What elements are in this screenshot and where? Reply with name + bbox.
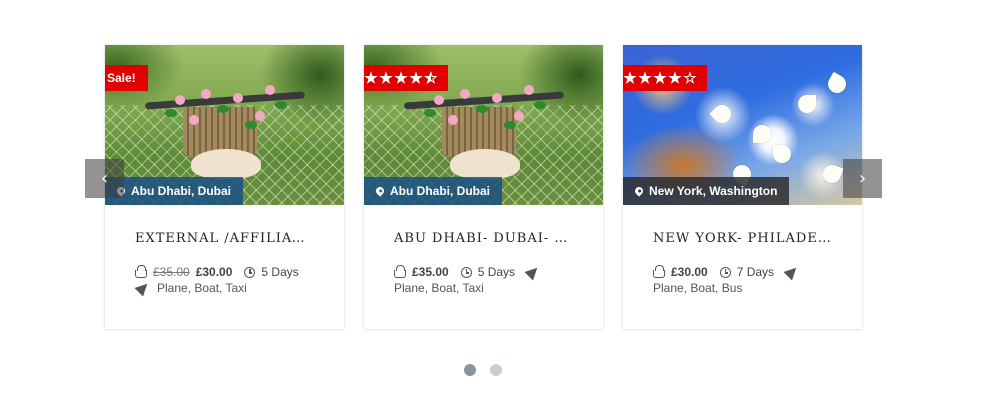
tour-title[interactable]: External /Affiliate /... — [135, 231, 314, 246]
price: £30.00 — [671, 265, 708, 279]
carousel-prev-button[interactable]: ‹ — [85, 159, 124, 198]
transport: Plane, Boat, Taxi — [157, 281, 247, 295]
tour-image[interactable]: Sale! Abu Dhabi, Dubai — [105, 45, 344, 205]
plane-icon — [524, 263, 542, 281]
star-full-icon: ★ — [668, 69, 682, 87]
tour-meta: £35.00 £30.00 5 Days Plane, Boat, Taxi — [134, 264, 314, 297]
chevron-left-icon: ‹ — [100, 168, 109, 189]
sale-badge-text: Sale! — [107, 71, 136, 85]
rating-badge: ★ ★ ★ ★ ☆ — [623, 65, 707, 91]
carousel-pagination — [464, 364, 502, 376]
basket-icon — [135, 265, 147, 278]
tour-card[interactable]: ★★★★★ Abu Dhabi, Dubai Abu Dhabi- Dubai-… — [364, 45, 603, 329]
card-content: Abu Dhabi- Dubai- H... £35.00 5 Days Pla… — [364, 205, 603, 296]
location-bar: New York, Washington — [623, 177, 790, 205]
tour-title[interactable]: New York- Philadelp... — [653, 231, 832, 246]
tour-card[interactable]: ★ ★ ★ ★ ☆ New York, Washington New York- Phi… — [623, 45, 862, 329]
tour-title-text[interactable]: External /Affiliate / — [135, 231, 314, 246]
clock-icon — [460, 266, 472, 278]
rating-badge: ★★★★★ — [364, 65, 448, 91]
location-bar: Abu Dhabi, Dubai — [105, 177, 243, 205]
clock-icon — [244, 266, 256, 278]
tour-image[interactable]: ★ ★ ★ ★ ☆ New York, Washington — [623, 45, 862, 205]
tour-meta: £30.00 7 Days Plane, Boat, Bus — [653, 263, 832, 296]
map-pin-icon — [374, 185, 386, 197]
star-full-icon: ★ — [623, 69, 637, 87]
old-price: £35.00 — [153, 265, 190, 279]
tour-carousel: Sale! Abu Dhabi, Dubai External /Affilia… — [0, 0, 989, 400]
location-text: Abu Dhabi, Dubai — [131, 184, 231, 198]
star-rating: ★ ★ ★ ★ ☆ — [623, 71, 697, 86]
transport: Plane, Boat, Bus — [653, 281, 743, 295]
basket-icon — [653, 265, 665, 278]
star-empty-icon: ☆ — [683, 69, 697, 87]
carousel-dot-1[interactable] — [464, 364, 476, 376]
location-text: Abu Dhabi, Dubai — [390, 184, 490, 198]
sale-badge: Sale! — [105, 65, 148, 91]
duration: 5 Days — [477, 265, 516, 279]
basket-icon — [394, 265, 406, 278]
star-full-icon: ★ — [409, 69, 423, 87]
star-full-icon: ★ — [394, 69, 408, 87]
star-half-icon: ★ — [424, 71, 438, 86]
plane-icon — [134, 279, 152, 297]
title-ellipsis: ... — [566, 231, 573, 246]
tour-meta: £35.00 5 Days Plane, Boat, Taxi — [394, 263, 573, 296]
tour-title-text[interactable]: Abu Dhabi- Dubai- H — [394, 231, 567, 246]
star-rating: ★★★★★ — [364, 71, 438, 86]
card-content: New York- Philadelp... £30.00 7 Days Pla… — [623, 205, 862, 296]
clock-icon — [719, 266, 731, 278]
duration: 5 Days — [261, 265, 299, 279]
tour-title[interactable]: Abu Dhabi- Dubai- H... — [394, 231, 573, 246]
tour-card[interactable]: Sale! Abu Dhabi, Dubai External /Affilia… — [105, 45, 344, 329]
star-full-icon: ★ — [379, 69, 393, 87]
star-full-icon: ★ — [653, 69, 667, 87]
tour-title-text[interactable]: New York- Philadelp — [653, 231, 832, 246]
carousel-dot-2[interactable] — [490, 364, 502, 376]
location-bar: Abu Dhabi, Dubai — [364, 177, 502, 205]
location-text: New York, Washington — [649, 184, 778, 198]
chevron-right-icon: › — [858, 168, 867, 189]
carousel-next-button[interactable]: › — [843, 159, 882, 198]
price: £30.00 — [195, 265, 233, 279]
star-full-icon: ★ — [364, 69, 378, 87]
tour-image[interactable]: ★★★★★ Abu Dhabi, Dubai — [364, 45, 603, 205]
price: £35.00 — [412, 265, 449, 279]
transport: Plane, Boat, Taxi — [394, 281, 484, 295]
star-full-icon: ★ — [638, 69, 652, 87]
map-pin-icon — [633, 185, 645, 197]
duration: 7 Days — [736, 265, 775, 279]
card-content: External /Affiliate /... £35.00 £30.00 5… — [105, 205, 344, 297]
plane-icon — [783, 263, 801, 281]
